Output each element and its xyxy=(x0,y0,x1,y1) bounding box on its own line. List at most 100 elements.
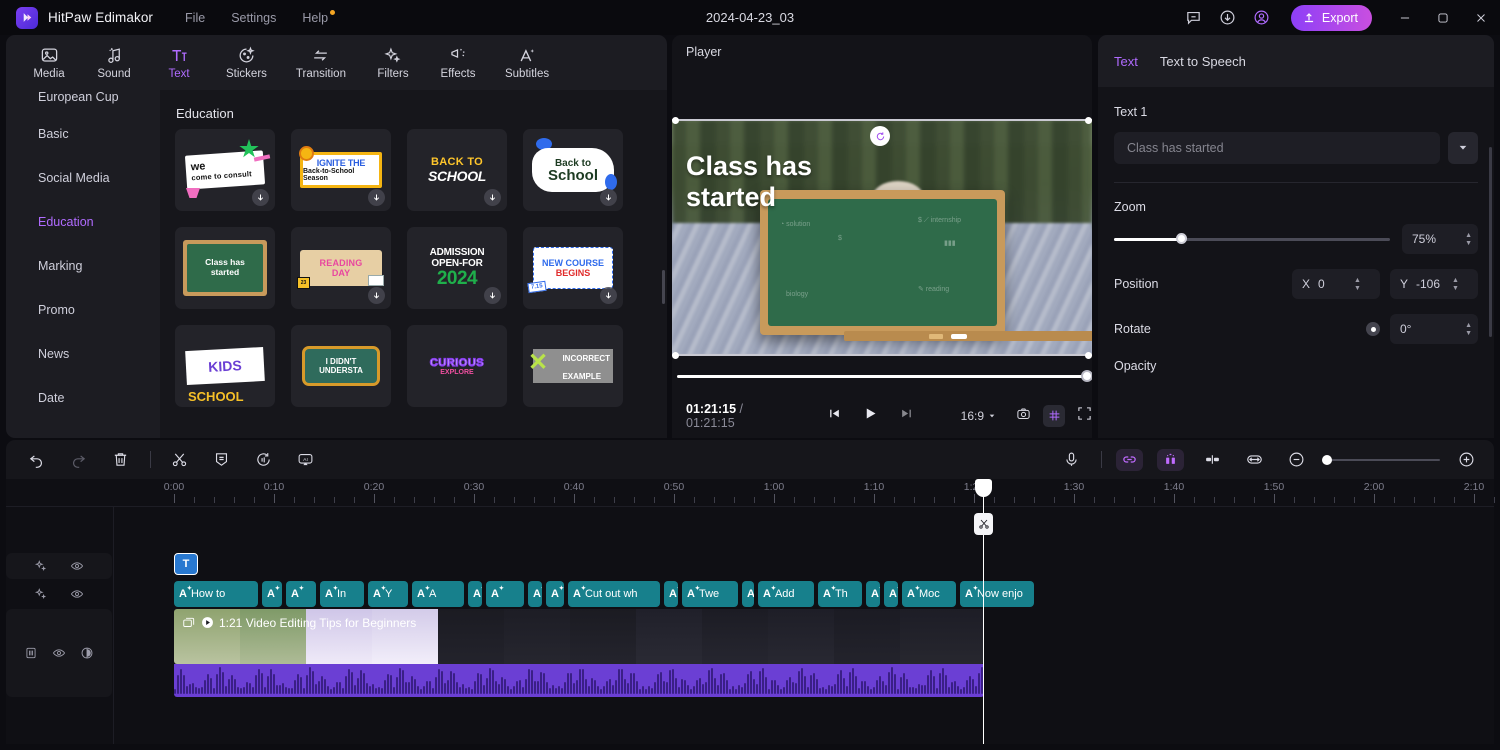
zoom-stepper[interactable]: 75% ▲ ▼ xyxy=(1402,224,1478,254)
tool-subtitles[interactable]: Subtitles xyxy=(497,46,557,80)
download-arrow-icon[interactable] xyxy=(368,287,385,304)
tool-transition[interactable]: Transition xyxy=(288,46,354,80)
text-clip[interactable]: ATh xyxy=(818,581,862,607)
text-clip[interactable]: A xyxy=(286,581,316,607)
download-arrow-icon[interactable] xyxy=(368,189,385,206)
player-seekbar[interactable] xyxy=(672,357,1092,397)
text-clip[interactable]: A xyxy=(546,581,564,607)
ai-icon[interactable]: AI xyxy=(291,446,319,474)
tab-text[interactable]: Text xyxy=(1114,54,1138,69)
text-clip[interactable]: AIn xyxy=(320,581,364,607)
position-x-stepper[interactable]: X 0 ▲ ▼ xyxy=(1292,269,1380,299)
prev-frame-icon[interactable] xyxy=(828,407,841,425)
category-marking[interactable]: Marking xyxy=(6,244,160,288)
fullscreen-icon[interactable] xyxy=(1077,406,1092,426)
download-arrow-icon[interactable] xyxy=(600,287,617,304)
position-y-stepper[interactable]: Y -106 ▲ ▼ xyxy=(1390,269,1478,299)
template-card[interactable]: READING DAY 23 xyxy=(291,227,391,309)
category-date[interactable]: Date xyxy=(6,376,160,420)
tool-media[interactable]: Media xyxy=(23,46,75,80)
text-clip[interactable]: A xyxy=(468,581,482,607)
canvas-text-overlay[interactable]: Class has started xyxy=(686,151,812,213)
rotate-stepper[interactable]: 0° ▲ ▼ xyxy=(1390,314,1478,344)
tool-filters[interactable]: Filters xyxy=(367,46,419,80)
download-arrow-icon[interactable] xyxy=(484,189,501,206)
category-social-media[interactable]: Social Media xyxy=(6,156,160,200)
menu-help[interactable]: Help xyxy=(302,9,336,25)
text-clip[interactable]: AHow to xyxy=(174,581,258,607)
text-clip[interactable]: ANow enjo xyxy=(960,581,1034,607)
stepper-arrows-icon[interactable]: ▲ ▼ xyxy=(1354,277,1361,292)
timeline-ruler[interactable]: 0:00 0:10 0:20 0:30 0:40 0:50 1:00 1:10 1:20 1:30… xyxy=(6,479,1495,507)
fit-icon[interactable] xyxy=(1240,446,1268,474)
rotate-dial-icon[interactable] xyxy=(1366,322,1380,336)
template-scrollbar[interactable] xyxy=(662,270,665,304)
next-frame-icon[interactable] xyxy=(900,407,913,425)
zoom-slider[interactable] xyxy=(1114,232,1390,246)
track-header-text-1[interactable] xyxy=(6,553,112,579)
timeline-zoom-slider[interactable] xyxy=(1322,454,1440,466)
menu-file[interactable]: File xyxy=(185,11,205,25)
template-card[interactable]: Back to School xyxy=(523,129,623,211)
category-european-cup[interactable]: European Cup xyxy=(6,90,160,112)
stepper-arrows-icon[interactable]: ▲ ▼ xyxy=(1465,322,1472,337)
marker-icon[interactable] xyxy=(207,446,235,474)
category-news[interactable]: News xyxy=(6,332,160,376)
selection-handle[interactable] xyxy=(672,117,679,124)
zoom-in-icon[interactable] xyxy=(1452,446,1480,474)
grid-icon[interactable] xyxy=(1043,404,1065,427)
text-clip[interactable]: AY xyxy=(368,581,408,607)
speed-icon[interactable] xyxy=(249,446,277,474)
template-card[interactable]: NEW COURSE BEGINS 7.15 xyxy=(523,227,623,309)
playhead-handle[interactable] xyxy=(975,479,992,497)
template-card[interactable]: INCORRECT EXAMPLE ✕ xyxy=(523,325,623,407)
tool-stickers[interactable]: Stickers xyxy=(218,46,275,80)
category-promo[interactable]: Promo xyxy=(6,288,160,332)
template-card[interactable]: ADMISSION OPEN-FOR 2024 xyxy=(407,227,507,309)
play-icon[interactable] xyxy=(863,406,878,426)
audio-waveform-track[interactable] xyxy=(174,664,984,697)
template-card[interactable]: we come to consult xyxy=(175,129,275,211)
track-header-video[interactable] xyxy=(6,609,112,697)
text-clip[interactable]: A xyxy=(528,581,542,607)
template-card[interactable]: KIDS SCHOOL xyxy=(175,325,275,407)
properties-scrollbar[interactable] xyxy=(1489,147,1492,337)
category-basic[interactable]: Basic xyxy=(6,112,160,156)
download-arrow-icon[interactable] xyxy=(252,189,269,206)
magnet-icon[interactable] xyxy=(1157,448,1184,471)
text-clip[interactable]: ACut out wh xyxy=(568,581,660,607)
tool-effects[interactable]: Effects xyxy=(432,46,484,80)
timeline-zoom-knob[interactable] xyxy=(1322,454,1332,465)
zoom-out-icon[interactable] xyxy=(1282,446,1310,474)
text-clip[interactable]: A xyxy=(884,581,898,607)
stepper-arrows-icon[interactable]: ▲ ▼ xyxy=(1465,232,1472,247)
account-icon[interactable] xyxy=(1245,0,1279,35)
text-clip-first[interactable]: T xyxy=(174,553,198,575)
chevron-down-icon[interactable] xyxy=(1448,132,1478,164)
align-icon[interactable] xyxy=(1198,446,1226,474)
player-canvas[interactable]: ◔ solution $ $ ⟋ internship ▮▮▮ biology … xyxy=(672,119,1092,355)
text-clip[interactable]: A xyxy=(486,581,524,607)
text-input[interactable]: Class has started xyxy=(1114,132,1440,164)
seek-knob[interactable] xyxy=(1081,370,1092,382)
text-clip[interactable]: A xyxy=(262,581,282,607)
stepper-arrows-icon[interactable]: ▲ ▼ xyxy=(1452,277,1459,292)
split-icon[interactable] xyxy=(165,446,193,474)
maximize-button[interactable] xyxy=(1424,0,1462,35)
undo-icon[interactable] xyxy=(22,446,50,474)
template-card[interactable]: CURIOUS EXPLORE xyxy=(407,325,507,407)
rotate-icon[interactable] xyxy=(870,126,890,146)
category-education[interactable]: Education xyxy=(6,200,160,244)
text-clip[interactable]: ATwe xyxy=(682,581,738,607)
track-header-text-2[interactable] xyxy=(6,581,112,607)
redo-icon[interactable] xyxy=(64,446,92,474)
download-arrow-icon[interactable] xyxy=(600,189,617,206)
export-button[interactable]: Export xyxy=(1290,4,1372,31)
tool-text[interactable]: Text xyxy=(153,46,205,80)
text-clip[interactable]: AMoc xyxy=(902,581,956,607)
download-icon[interactable] xyxy=(1211,0,1245,35)
template-card[interactable]: Class has started xyxy=(175,227,275,309)
tool-sound[interactable]: Sound xyxy=(88,46,140,80)
template-card[interactable]: BACK TO SCHOOL xyxy=(407,129,507,211)
snapshot-icon[interactable] xyxy=(1016,406,1031,426)
